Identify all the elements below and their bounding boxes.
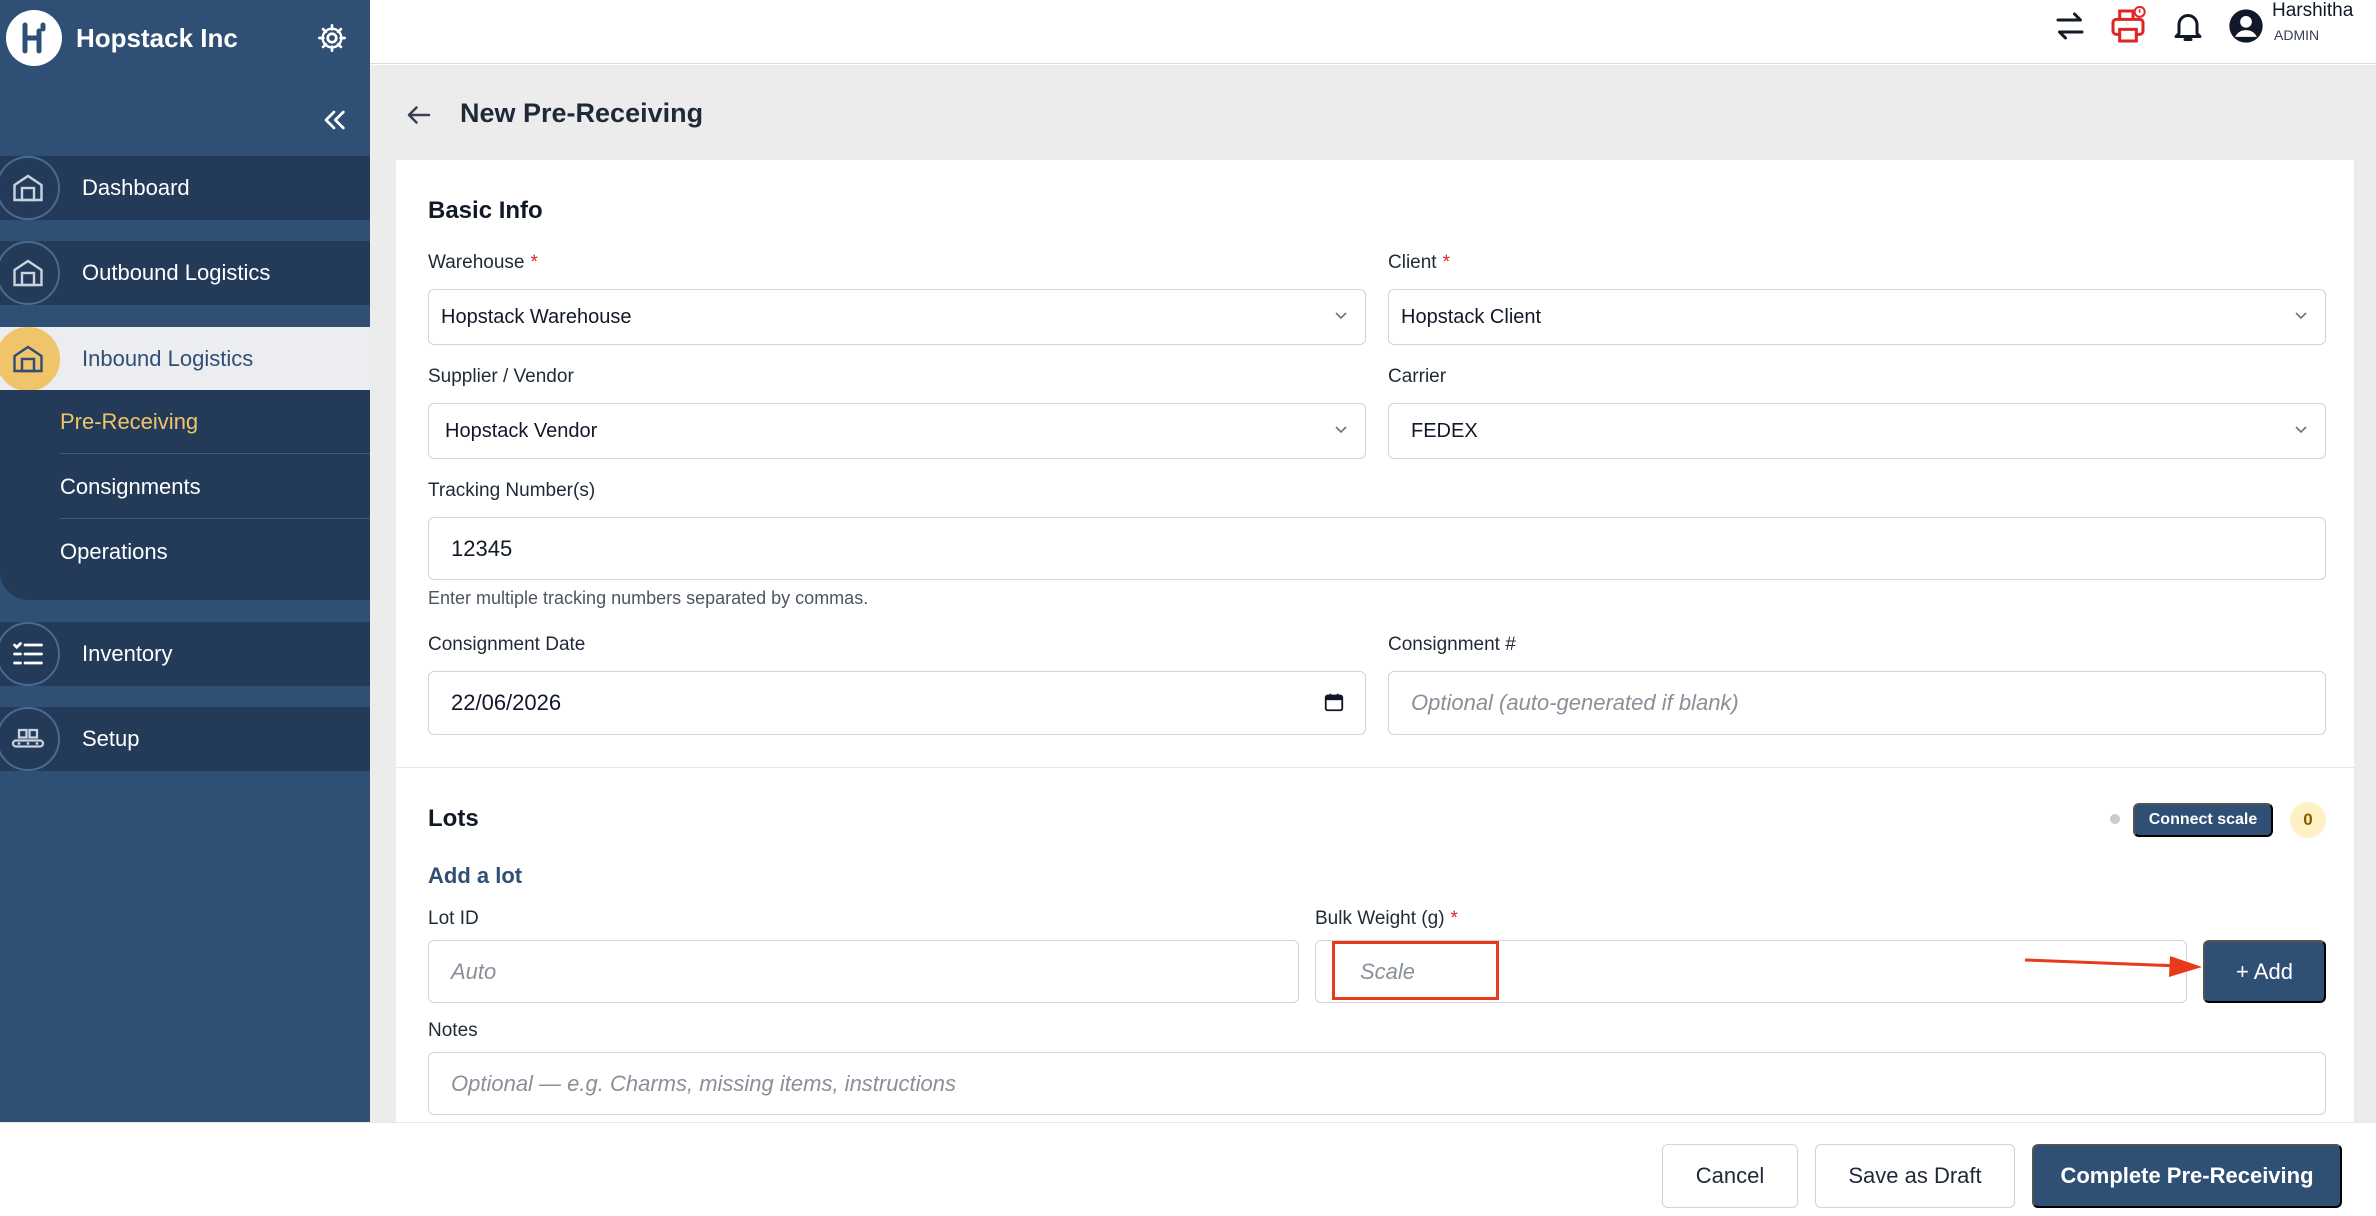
user-name[interactable]: Harshitha — [2272, 0, 2353, 22]
consignment-number-placeholder: Optional (auto-generated if blank) — [1411, 690, 1739, 715]
brand-name: Hopstack Inc — [76, 22, 238, 53]
submenu-item-operations[interactable]: Operations — [60, 520, 370, 584]
required-mark: * — [530, 252, 538, 273]
supplier-label: Supplier / Vendor — [428, 366, 574, 387]
supplier-select[interactable]: Hopstack Vendor — [428, 403, 1366, 459]
chevron-down-icon — [1335, 312, 1347, 320]
add-lot-title: Add a lot — [428, 863, 523, 888]
annotation-highlight-box — [1332, 941, 1499, 1000]
user-circle-icon[interactable] — [2224, 4, 2268, 48]
consignment-number-label: Consignment # — [1388, 634, 1516, 655]
checklist-icon — [0, 622, 60, 686]
save-draft-button[interactable]: Save as Draft — [1815, 1144, 2015, 1208]
warehouse-select[interactable]: Hopstack Warehouse — [428, 289, 1366, 345]
nav-item-outbound-logistics[interactable]: Outbound Logistics — [0, 241, 370, 305]
notes-placeholder: Optional — e.g. Charms, missing items, i… — [451, 1070, 956, 1096]
cancel-button[interactable]: Cancel — [1662, 1144, 1798, 1208]
nav-item-inbound-logistics[interactable]: Inbound Logistics — [0, 327, 370, 391]
nav-item-inventory[interactable]: Inventory — [0, 622, 370, 686]
tracking-value: 12345 — [451, 535, 513, 561]
switch-arrows-icon[interactable] — [2048, 4, 2092, 48]
printer-alert-icon[interactable] — [2106, 4, 2150, 48]
back-arrow-icon[interactable] — [404, 100, 434, 130]
nav-item-dashboard[interactable]: Dashboard — [0, 156, 370, 220]
carrier-select[interactable]: FEDEX — [1388, 403, 2326, 459]
basic-info-title: Basic Info — [428, 197, 543, 224]
warehouse-label: Warehouse * — [428, 252, 538, 273]
nav-label: Inventory — [82, 641, 173, 666]
consignment-number-input[interactable]: Optional (auto-generated if blank) — [1388, 671, 2326, 735]
tracking-input[interactable]: 12345 — [428, 517, 2326, 580]
consignment-date-label: Consignment Date — [428, 634, 586, 655]
warehouse-icon — [0, 327, 60, 391]
scale-count-badge: 0 — [2290, 802, 2326, 838]
nav-label: Dashboard — [82, 175, 190, 200]
footer-bar — [0, 1122, 2376, 1216]
consignment-date-input[interactable]: 22/06/2026 — [428, 671, 1366, 735]
client-label: Client * — [1388, 252, 1450, 273]
notes-label: Notes — [428, 1020, 478, 1041]
chevron-down-icon — [2295, 426, 2307, 434]
client-value: Hopstack Client — [1401, 305, 1542, 328]
lot-id-label: Lot ID — [428, 908, 479, 929]
lot-id-input[interactable]: Auto — [428, 940, 1299, 1003]
inbound-submenu: Pre-Receiving Consignments Operations — [0, 390, 370, 600]
submenu-item-consignments[interactable]: Consignments — [60, 455, 370, 519]
warehouse-icon — [0, 241, 60, 305]
calendar-icon[interactable] — [1323, 691, 1345, 713]
page-title: New Pre-Receiving — [460, 98, 704, 128]
chevron-down-icon — [1335, 426, 1347, 434]
conveyor-icon — [0, 707, 60, 771]
supplier-value: Hopstack Vendor — [445, 419, 598, 442]
nav-label: Inbound Logistics — [82, 346, 254, 371]
consignment-date-value: 22/06/2026 — [451, 690, 562, 715]
brand[interactable]: Hopstack Inc — [6, 10, 238, 66]
bulk-weight-label: Bulk Weight (g) * — [1315, 908, 1458, 929]
brand-logo-icon — [6, 10, 62, 66]
bell-icon[interactable] — [2166, 4, 2210, 48]
warehouse-icon — [0, 156, 60, 220]
client-select[interactable]: Hopstack Client — [1388, 289, 2326, 345]
notes-input[interactable]: Optional — e.g. Charms, missing items, i… — [428, 1052, 2326, 1115]
user-role: ADMIN — [2274, 27, 2320, 43]
tracking-label: Tracking Number(s) — [428, 480, 596, 501]
add-lot-button[interactable]: + Add — [2203, 940, 2326, 1003]
connect-scale-button[interactable]: Connect scale — [2133, 803, 2273, 837]
submenu-item-pre-receiving[interactable]: Pre-Receiving — [60, 390, 370, 454]
nav-label: Outbound Logistics — [82, 260, 271, 285]
complete-pre-receiving-button[interactable]: Complete Pre-Receiving — [2032, 1144, 2342, 1208]
scale-status-dot — [2110, 814, 2120, 824]
nav-label: Setup — [82, 726, 140, 751]
required-mark: * — [1442, 252, 1450, 273]
lots-title: Lots — [428, 805, 479, 832]
nav-item-setup[interactable]: Setup — [0, 707, 370, 771]
lot-id-placeholder: Auto — [451, 958, 497, 984]
required-mark: * — [1450, 908, 1458, 929]
gear-icon[interactable] — [316, 22, 348, 54]
section-divider — [396, 767, 2354, 768]
carrier-value: FEDEX — [1411, 419, 1478, 442]
annotation-arrow-icon — [2024, 956, 2202, 977]
carrier-label: Carrier — [1388, 366, 1447, 387]
collapse-sidebar-icon[interactable] — [318, 104, 350, 136]
chevron-down-icon — [2295, 312, 2307, 320]
warehouse-value: Hopstack Warehouse — [441, 305, 632, 328]
tracking-hint: Enter multiple tracking numbers separate… — [428, 588, 869, 608]
sidebar: Hopstack Inc Dashboard Outbound Logistic… — [0, 0, 370, 1122]
